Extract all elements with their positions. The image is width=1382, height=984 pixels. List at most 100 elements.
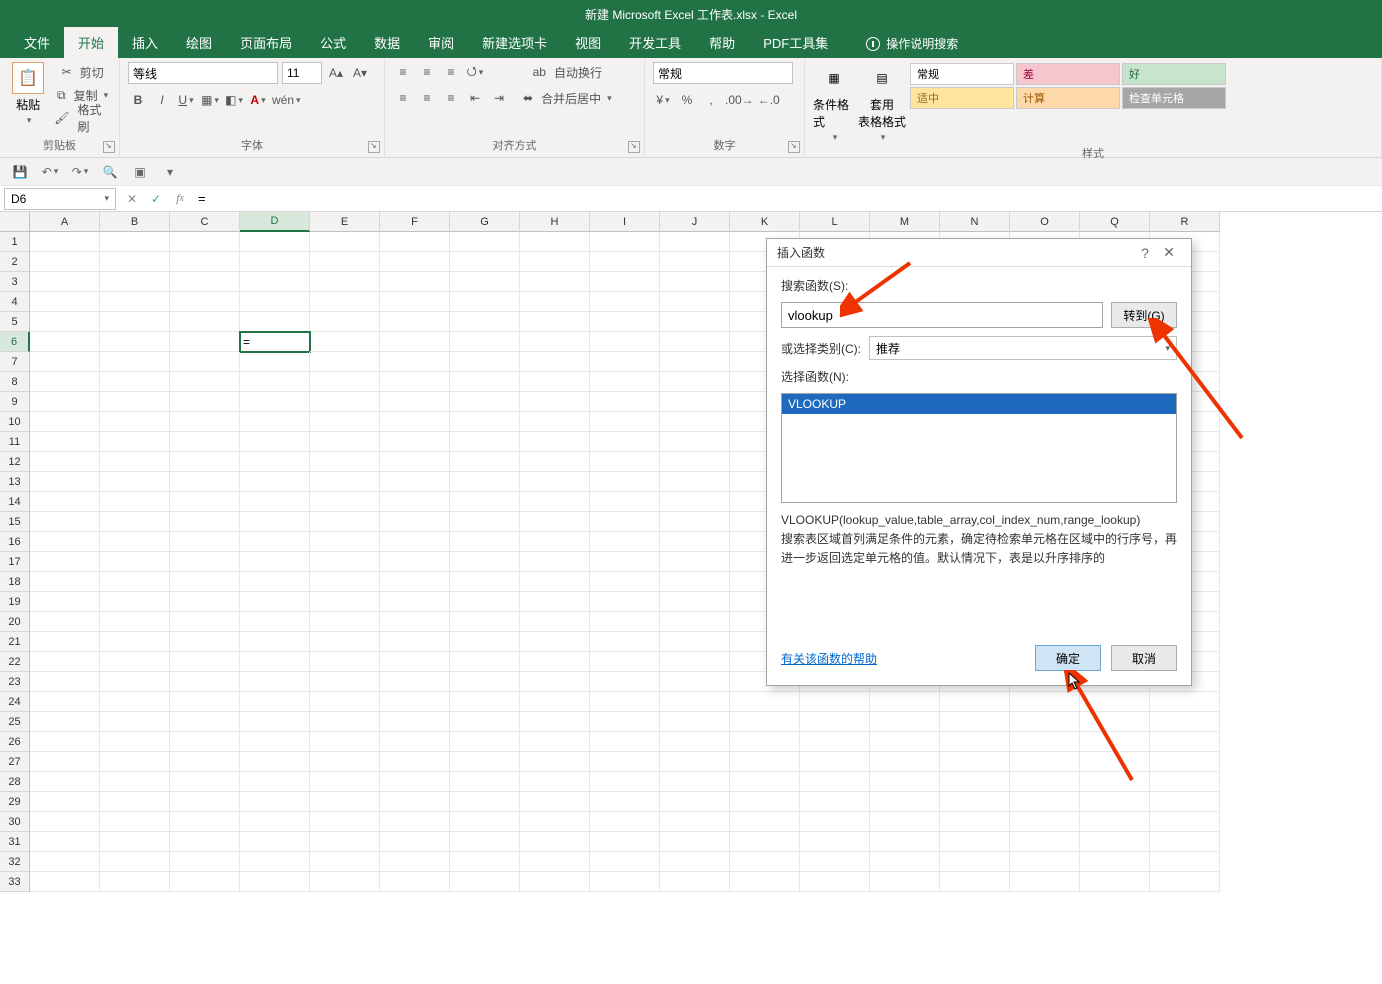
cell[interactable] <box>170 292 240 312</box>
cell[interactable] <box>520 872 590 892</box>
alignment-launcher[interactable] <box>628 141 640 153</box>
cell[interactable] <box>1080 712 1150 732</box>
cell[interactable] <box>450 532 520 552</box>
format-painter-button[interactable]: 🖌 格式刷 <box>54 108 111 128</box>
style-good[interactable]: 好 <box>1122 63 1226 85</box>
cell[interactable] <box>100 432 170 452</box>
paste-button[interactable]: 📋 粘贴 ▾ <box>8 62 48 126</box>
cell[interactable] <box>660 672 730 692</box>
cell[interactable] <box>520 412 590 432</box>
cell[interactable] <box>520 692 590 712</box>
cell[interactable] <box>100 612 170 632</box>
cell[interactable] <box>100 692 170 712</box>
cell[interactable] <box>450 392 520 412</box>
column-header[interactable]: H <box>520 212 590 232</box>
tab-data[interactable]: 数据 <box>360 27 414 58</box>
cell[interactable] <box>30 292 100 312</box>
cell[interactable] <box>660 692 730 712</box>
cell[interactable] <box>240 612 310 632</box>
cell[interactable] <box>170 552 240 572</box>
cell[interactable] <box>30 532 100 552</box>
cell[interactable] <box>520 512 590 532</box>
cell[interactable] <box>660 472 730 492</box>
align-bottom-icon[interactable]: ≡ <box>441 62 461 82</box>
cell[interactable] <box>100 452 170 472</box>
dialog-help-icon[interactable]: ? <box>1133 245 1157 261</box>
cell[interactable] <box>310 372 380 392</box>
percent-icon[interactable]: % <box>677 90 697 110</box>
row-header[interactable]: 33 <box>0 872 30 892</box>
comma-icon[interactable]: , <box>701 90 721 110</box>
cell[interactable] <box>520 612 590 632</box>
row-header[interactable]: 26 <box>0 732 30 752</box>
cell[interactable] <box>590 552 660 572</box>
cell[interactable] <box>30 652 100 672</box>
indent-increase-icon[interactable]: ⇥ <box>489 88 509 108</box>
cell[interactable] <box>170 272 240 292</box>
column-header[interactable]: G <box>450 212 520 232</box>
cell[interactable] <box>240 372 310 392</box>
cell[interactable] <box>170 412 240 432</box>
cell[interactable] <box>590 872 660 892</box>
row-header[interactable]: 24 <box>0 692 30 712</box>
cell[interactable]: = <box>240 332 310 352</box>
cell[interactable] <box>1010 872 1080 892</box>
tab-insert[interactable]: 插入 <box>118 27 172 58</box>
cell[interactable] <box>520 272 590 292</box>
cell[interactable] <box>170 492 240 512</box>
cell[interactable] <box>590 532 660 552</box>
cell[interactable] <box>940 812 1010 832</box>
cell[interactable] <box>380 232 450 252</box>
font-color-button[interactable]: A▾ <box>248 90 268 110</box>
cell[interactable] <box>170 472 240 492</box>
cell[interactable] <box>520 232 590 252</box>
cell[interactable] <box>310 692 380 712</box>
cell[interactable] <box>1080 852 1150 872</box>
cell[interactable] <box>240 652 310 672</box>
cell[interactable] <box>310 732 380 752</box>
cell[interactable] <box>310 772 380 792</box>
cell[interactable] <box>310 512 380 532</box>
column-header[interactable]: D <box>240 212 310 232</box>
row-header[interactable]: 20 <box>0 612 30 632</box>
format-as-table-button[interactable]: ▤ 套用 表格格式▾ <box>861 62 903 143</box>
row-header[interactable]: 10 <box>0 412 30 432</box>
cell[interactable] <box>310 832 380 852</box>
cell[interactable] <box>30 872 100 892</box>
row-header[interactable]: 5 <box>0 312 30 332</box>
row-header[interactable]: 23 <box>0 672 30 692</box>
row-header[interactable]: 7 <box>0 352 30 372</box>
decrease-decimal-icon[interactable]: ←.0 <box>758 90 780 110</box>
row-header[interactable]: 13 <box>0 472 30 492</box>
cell[interactable] <box>870 732 940 752</box>
row-header[interactable]: 17 <box>0 552 30 572</box>
cell[interactable] <box>520 372 590 392</box>
cell[interactable] <box>240 572 310 592</box>
cell[interactable] <box>590 792 660 812</box>
cell[interactable] <box>100 472 170 492</box>
align-right-icon[interactable]: ≡ <box>441 88 461 108</box>
cell[interactable] <box>660 532 730 552</box>
tab-draw[interactable]: 绘图 <box>172 27 226 58</box>
cell[interactable] <box>1080 832 1150 852</box>
cell[interactable] <box>310 432 380 452</box>
cell[interactable] <box>800 852 870 872</box>
tab-new-tab[interactable]: 新建选项卡 <box>468 27 561 58</box>
cell[interactable] <box>240 292 310 312</box>
cell[interactable] <box>240 712 310 732</box>
cell[interactable] <box>940 832 1010 852</box>
cell[interactable] <box>660 572 730 592</box>
cell[interactable] <box>170 612 240 632</box>
column-header[interactable]: O <box>1010 212 1080 232</box>
cell[interactable] <box>730 712 800 732</box>
style-check[interactable]: 检查单元格 <box>1122 87 1226 109</box>
cell[interactable] <box>520 392 590 412</box>
row-header[interactable]: 29 <box>0 792 30 812</box>
cell[interactable] <box>520 832 590 852</box>
cell[interactable] <box>170 532 240 552</box>
cell[interactable] <box>30 472 100 492</box>
cell[interactable] <box>310 652 380 672</box>
cell[interactable] <box>240 592 310 612</box>
cell[interactable] <box>380 272 450 292</box>
column-header[interactable]: Q <box>1080 212 1150 232</box>
